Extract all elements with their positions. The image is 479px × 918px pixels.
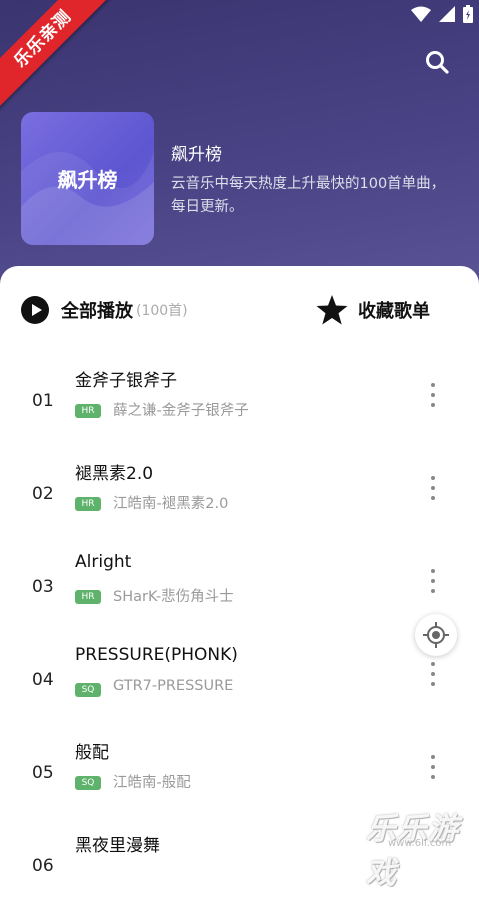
quality-badge: HR bbox=[75, 497, 101, 511]
song-artist: SHarK-悲伤角斗士 bbox=[113, 589, 234, 605]
song-title: 金斧子银斧子 bbox=[75, 371, 177, 391]
song-number: 04 bbox=[32, 670, 54, 690]
status-bar bbox=[411, 5, 473, 23]
play-icon bbox=[21, 296, 49, 324]
song-number: 05 bbox=[32, 763, 54, 783]
quality-badge: SQ bbox=[75, 683, 101, 697]
song-row[interactable]: 04 PRESSURE(PHONK) SQ GTR7-PRESSURE bbox=[0, 639, 479, 732]
song-artist: 江皓南-般配 bbox=[113, 775, 191, 791]
song-title: 褪黑素2.0 bbox=[75, 464, 154, 484]
playlist-cover: 飙升榜 bbox=[21, 112, 154, 245]
more-options-icon[interactable] bbox=[427, 662, 439, 692]
quality-badge: HR bbox=[75, 590, 101, 604]
collect-label: 收藏歌单 bbox=[358, 301, 430, 322]
playlist-title: 飙升榜 bbox=[171, 145, 222, 165]
more-options-icon[interactable] bbox=[427, 755, 439, 785]
song-artist: 薛之谦-金斧子银斧子 bbox=[113, 403, 249, 419]
signal-icon bbox=[439, 6, 455, 22]
song-number: 01 bbox=[32, 391, 54, 411]
play-all-label: 全部播放 bbox=[61, 301, 133, 322]
site-watermark: 乐乐游戏 www.6ll.com bbox=[356, 800, 479, 891]
quality-badge: HR bbox=[75, 404, 101, 418]
play-all-button[interactable]: 全部播放 (100首) bbox=[21, 296, 188, 324]
star-icon bbox=[316, 295, 348, 325]
crosshair-icon bbox=[423, 622, 449, 648]
locate-current-song-button[interactable] bbox=[415, 614, 457, 656]
more-options-icon[interactable] bbox=[427, 476, 439, 506]
search-icon[interactable] bbox=[424, 49, 450, 75]
more-options-icon[interactable] bbox=[427, 569, 439, 599]
song-number: 06 bbox=[32, 856, 54, 876]
song-number: 03 bbox=[32, 577, 54, 597]
quality-badge: SQ bbox=[75, 776, 101, 790]
collect-playlist-button[interactable]: 收藏歌单 bbox=[316, 295, 430, 325]
song-artist: 江皓南-褪黑素2.0 bbox=[113, 496, 229, 512]
song-title: Alright bbox=[75, 552, 132, 572]
song-number: 02 bbox=[32, 484, 54, 504]
more-options-icon[interactable] bbox=[427, 383, 439, 413]
song-title: 黑夜里漫舞 bbox=[75, 836, 160, 856]
play-all-count: (100首) bbox=[136, 303, 188, 319]
cover-title: 飙升榜 bbox=[57, 168, 118, 192]
watermark-url: www.6ll.com bbox=[388, 838, 452, 849]
wifi-icon bbox=[411, 6, 431, 22]
song-row[interactable]: 01 金斧子银斧子 HR 薛之谦-金斧子银斧子 bbox=[0, 360, 479, 453]
song-row[interactable]: 03 Alright HR SHarK-悲伤角斗士 bbox=[0, 546, 479, 639]
battery-icon bbox=[463, 5, 473, 23]
song-artist: GTR7-PRESSURE bbox=[113, 678, 234, 694]
song-row[interactable]: 02 褪黑素2.0 HR 江皓南-褪黑素2.0 bbox=[0, 453, 479, 546]
song-title: PRESSURE(PHONK) bbox=[75, 645, 238, 665]
song-title: 般配 bbox=[75, 743, 109, 763]
playlist-description: 云音乐中每天热度上升最快的100首单曲，每日更新。 bbox=[171, 176, 446, 215]
